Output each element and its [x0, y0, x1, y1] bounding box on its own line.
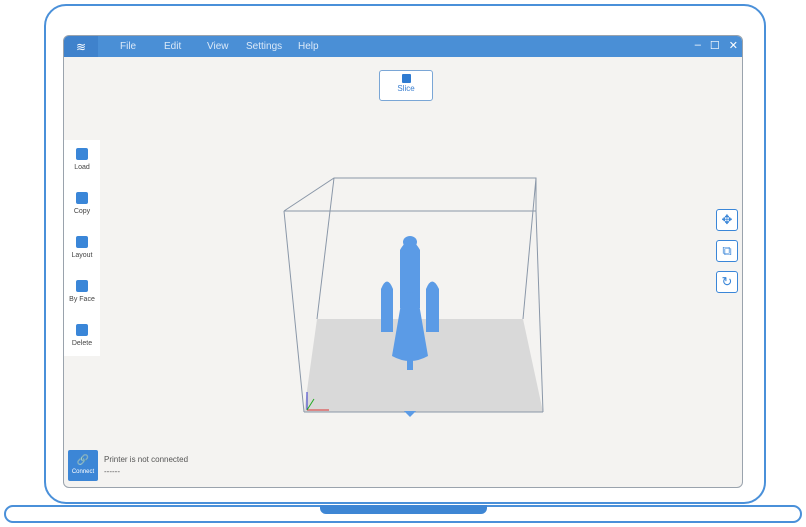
scale-icon[interactable]: ⧉	[716, 240, 738, 262]
copy-button[interactable]: Copy	[64, 184, 100, 228]
origin-marker	[404, 411, 416, 417]
face-icon	[76, 280, 88, 292]
right-toolbar: ✥ ⧉ ↻	[716, 209, 738, 302]
delete-button[interactable]: Delete	[64, 316, 100, 360]
laptop-notch	[320, 505, 487, 514]
load-label: Load	[74, 164, 90, 171]
status-detail: ------	[104, 467, 120, 476]
link-icon: 🔗	[76, 455, 90, 466]
rotate-icon[interactable]: ↻	[716, 271, 738, 293]
load-icon	[76, 148, 88, 160]
cube-icon	[401, 74, 411, 83]
connect-button[interactable]: 🔗 Connect	[68, 450, 98, 481]
grid-icon	[76, 236, 88, 248]
by-face-label: By Face	[69, 296, 95, 303]
status-message: Printer is not connected	[104, 455, 189, 464]
delete-label: Delete	[71, 340, 93, 347]
3d-viewport[interactable]	[64, 36, 743, 488]
slice-label: Slice	[397, 84, 415, 93]
left-toolbar: Load Copy Layout By Face Delete	[64, 140, 100, 356]
move-icon[interactable]: ✥	[716, 209, 738, 231]
connect-label: Connect	[71, 469, 95, 475]
by-face-button[interactable]: By Face	[64, 272, 100, 316]
layout-button[interactable]: Layout	[64, 228, 100, 272]
layout-label: Layout	[71, 252, 93, 259]
printer-status: Printer is not connected ------	[104, 455, 188, 476]
trash-icon	[76, 324, 88, 336]
copy-icon	[76, 192, 88, 204]
copy-label: Copy	[73, 208, 91, 215]
load-button[interactable]: Load	[64, 140, 100, 184]
app-window: ≋ File Edit View Settings Help – ☐ ✕ Sli…	[63, 35, 743, 488]
slice-button[interactable]: Slice	[379, 70, 433, 101]
